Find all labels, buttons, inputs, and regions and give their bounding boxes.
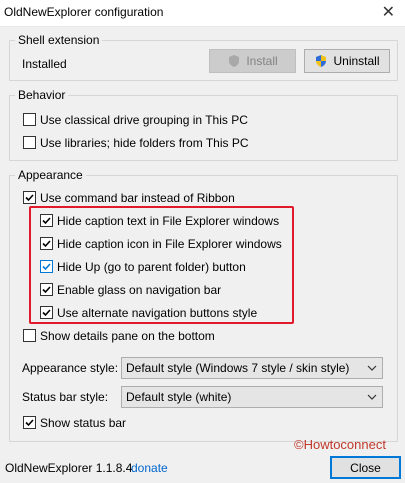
close-icon[interactable]: ✕ bbox=[382, 2, 395, 22]
check-icon bbox=[25, 419, 34, 427]
check-icon bbox=[42, 263, 51, 271]
chevron-down-icon bbox=[367, 394, 377, 400]
uac-shield-icon bbox=[229, 55, 240, 67]
behavior-group bbox=[9, 95, 398, 161]
install-label: Install bbox=[246, 54, 278, 68]
uninstall-label: Uninstall bbox=[333, 54, 380, 68]
watermark-text: ©Howtoconnect bbox=[294, 437, 386, 452]
appearance-style-select[interactable]: Default style (Windows 7 style / skin st… bbox=[121, 357, 383, 379]
enable-glass-label: Enable glass on navigation bar bbox=[57, 283, 222, 297]
check-icon bbox=[42, 286, 51, 294]
alternate-nav-buttons-checkbox[interactable] bbox=[40, 306, 53, 319]
use-libraries-label: Use libraries; hide folders from This PC bbox=[40, 136, 249, 150]
enable-glass-checkbox[interactable] bbox=[40, 283, 53, 296]
install-button[interactable]: Install bbox=[209, 49, 296, 73]
status-bar-style-select[interactable]: Default style (white) bbox=[121, 386, 383, 408]
classical-drive-grouping-checkbox[interactable] bbox=[23, 113, 36, 126]
use-libraries-checkbox[interactable] bbox=[23, 136, 36, 149]
details-pane-label: Show details pane on the bottom bbox=[40, 329, 215, 343]
version-text: OldNewExplorer 1.1.8.4 bbox=[5, 461, 133, 475]
hide-caption-text-checkbox[interactable] bbox=[40, 214, 53, 227]
chevron-down-icon bbox=[367, 365, 377, 371]
status-bar-style-label: Status bar style: bbox=[22, 390, 109, 404]
title-bar: OldNewExplorer configuration ✕ bbox=[0, 0, 405, 27]
behavior-legend: Behavior bbox=[15, 88, 69, 102]
hide-caption-icon-label: Hide caption icon in File Explorer windo… bbox=[57, 237, 282, 251]
window-title: OldNewExplorer configuration bbox=[4, 5, 164, 19]
classical-drive-grouping-label: Use classical drive grouping in This PC bbox=[40, 113, 248, 127]
check-icon bbox=[42, 217, 51, 225]
hide-caption-text-label: Hide caption text in File Explorer windo… bbox=[57, 214, 280, 228]
check-icon bbox=[42, 240, 51, 248]
command-bar-checkbox[interactable] bbox=[23, 191, 36, 204]
check-icon bbox=[25, 194, 34, 202]
appearance-style-label: Appearance style: bbox=[22, 361, 119, 375]
appearance-style-value: Default style (Windows 7 style / skin st… bbox=[126, 361, 350, 375]
uac-shield-icon bbox=[316, 55, 327, 67]
show-status-bar-checkbox[interactable] bbox=[23, 416, 36, 429]
details-pane-checkbox[interactable] bbox=[23, 329, 36, 342]
status-bar-style-value: Default style (white) bbox=[126, 390, 232, 404]
install-status: Installed bbox=[22, 57, 67, 71]
show-status-bar-label: Show status bar bbox=[40, 416, 127, 430]
hide-caption-icon-checkbox[interactable] bbox=[40, 237, 53, 250]
command-bar-label: Use command bar instead of Ribbon bbox=[40, 191, 235, 205]
uninstall-button[interactable]: Uninstall bbox=[304, 49, 390, 73]
donate-link[interactable]: donate bbox=[131, 461, 168, 475]
check-icon bbox=[42, 309, 51, 317]
close-label: Close bbox=[350, 460, 381, 475]
close-button[interactable]: Close bbox=[330, 456, 401, 479]
hide-up-button-checkbox[interactable] bbox=[40, 260, 53, 273]
appearance-legend: Appearance bbox=[15, 168, 86, 182]
hide-up-button-label: Hide Up (go to parent folder) button bbox=[57, 260, 246, 274]
alternate-nav-buttons-label: Use alternate navigation buttons style bbox=[57, 306, 258, 320]
shell-extension-legend: Shell extension bbox=[15, 33, 103, 47]
